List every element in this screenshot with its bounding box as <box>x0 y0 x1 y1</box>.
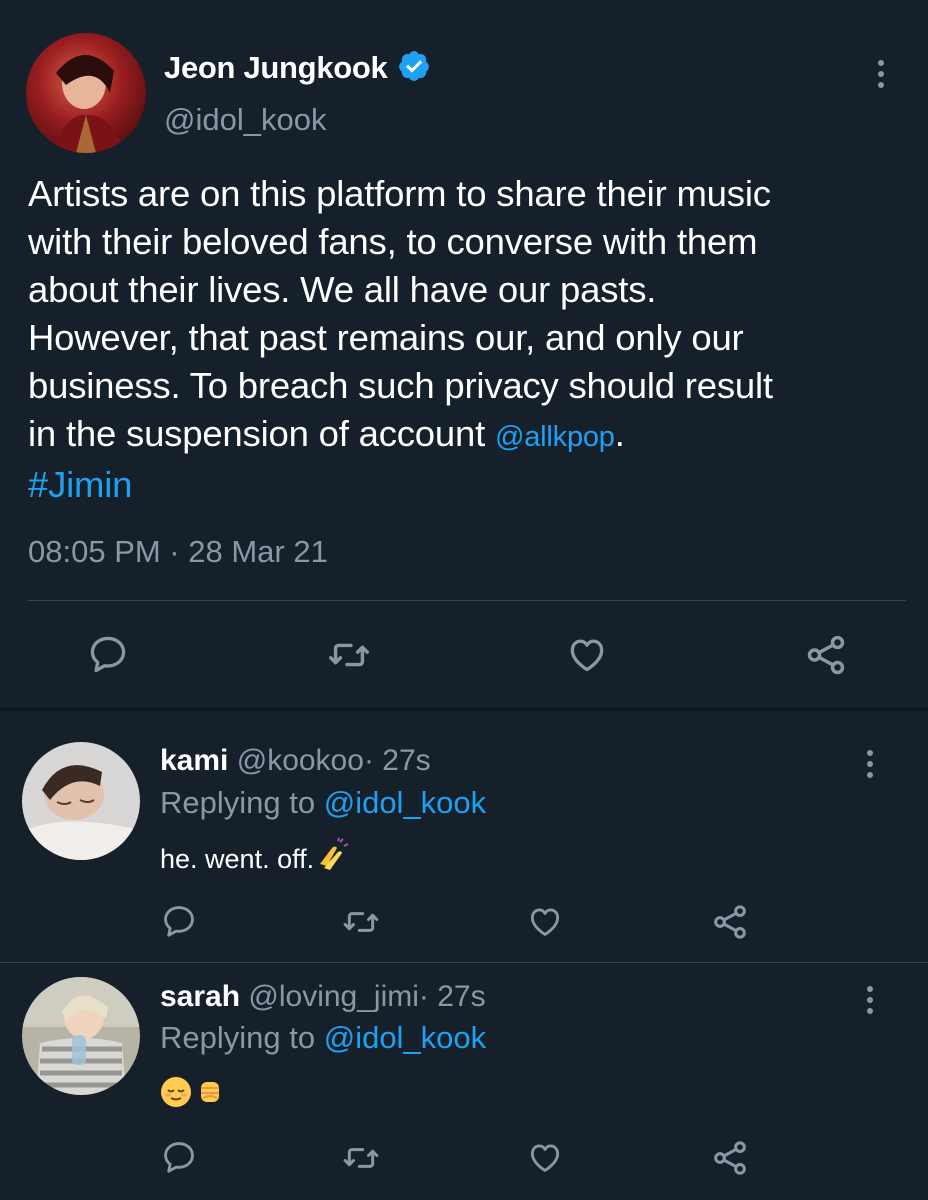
clapping-hands-emoji <box>314 837 350 881</box>
reply-text: he. went. off. <box>160 844 315 874</box>
replying-to: Replying to @idol_kook <box>160 1020 486 1056</box>
reply-handle[interactable]: @loving_jimi <box>248 980 419 1013</box>
reply-icon[interactable] <box>160 902 198 940</box>
raised-fist-emoji <box>194 1076 226 1113</box>
divider <box>28 600 906 601</box>
author-avatar[interactable] <box>26 33 146 153</box>
author-name-row: Jeon Jungkook <box>164 48 431 88</box>
replying-to: Replying to @idol_kook <box>160 785 486 821</box>
reply-display-name[interactable]: sarah <box>160 980 240 1013</box>
reply-text-row <box>160 1076 226 1113</box>
author-display-name[interactable]: Jeon Jungkook <box>164 50 388 86</box>
reply-time[interactable]: · 27s <box>364 744 431 777</box>
more-icon[interactable] <box>867 986 873 1014</box>
divider <box>0 962 928 963</box>
reply-icon[interactable] <box>160 1138 198 1176</box>
section-divider <box>0 708 928 711</box>
reply-display-name[interactable]: kami <box>160 744 228 777</box>
replying-to-link[interactable]: @idol_kook <box>324 785 486 820</box>
share-icon[interactable] <box>803 632 849 678</box>
replying-to-link[interactable]: @idol_kook <box>324 1020 486 1055</box>
like-icon[interactable] <box>526 902 564 940</box>
reply-avatar[interactable] <box>22 977 140 1095</box>
more-icon[interactable] <box>878 60 884 88</box>
reply-avatar[interactable] <box>22 742 140 860</box>
retweet-icon[interactable] <box>326 632 372 678</box>
replying-to-label: Replying to <box>160 785 324 820</box>
share-icon[interactable] <box>710 902 750 942</box>
reply-time[interactable]: · 27s <box>419 980 486 1013</box>
relieved-face-emoji <box>160 1076 192 1113</box>
mention-link[interactable]: @allkpop <box>495 421 615 453</box>
tweet-text-period: . <box>614 413 625 454</box>
author-handle[interactable]: @idol_kook <box>164 102 326 138</box>
tweet-text-line: However, that past remains our, and only… <box>28 317 744 358</box>
hashtag-link[interactable]: #Jimin <box>28 461 908 509</box>
tweet-text: Artists are on this platform to share th… <box>28 170 908 509</box>
tweet-text-line: Artists are on this platform to share th… <box>28 173 771 214</box>
tweet-text-line: about their lives. We all have our pasts… <box>28 269 657 310</box>
more-icon[interactable] <box>867 750 873 778</box>
verified-badge-icon <box>397 49 431 88</box>
reply-header: kami @kookoo· 27s <box>160 744 431 778</box>
like-icon[interactable] <box>565 632 609 676</box>
tweet-text-last-line: in the suspension of account @allkpop. <box>28 410 908 461</box>
tweet-text-line: with their beloved fans, to converse wit… <box>28 221 758 262</box>
like-icon[interactable] <box>526 1138 564 1176</box>
tweet-timestamp[interactable]: 08:05 PM · 28 Mar 21 <box>28 534 328 570</box>
reply-icon[interactable] <box>86 632 130 676</box>
retweet-icon[interactable] <box>341 902 381 942</box>
tweet-text-line: business. To breach such privacy should … <box>28 365 773 406</box>
reply-header: sarah @loving_jimi· 27s <box>160 980 486 1014</box>
tweet-text-segment: in the suspension of account <box>28 413 495 454</box>
reply-handle[interactable]: @kookoo <box>237 744 364 777</box>
reply-text-row: he. went. off. <box>160 837 350 881</box>
replying-to-label: Replying to <box>160 1020 324 1055</box>
retweet-icon[interactable] <box>341 1138 381 1178</box>
share-icon[interactable] <box>710 1138 750 1178</box>
